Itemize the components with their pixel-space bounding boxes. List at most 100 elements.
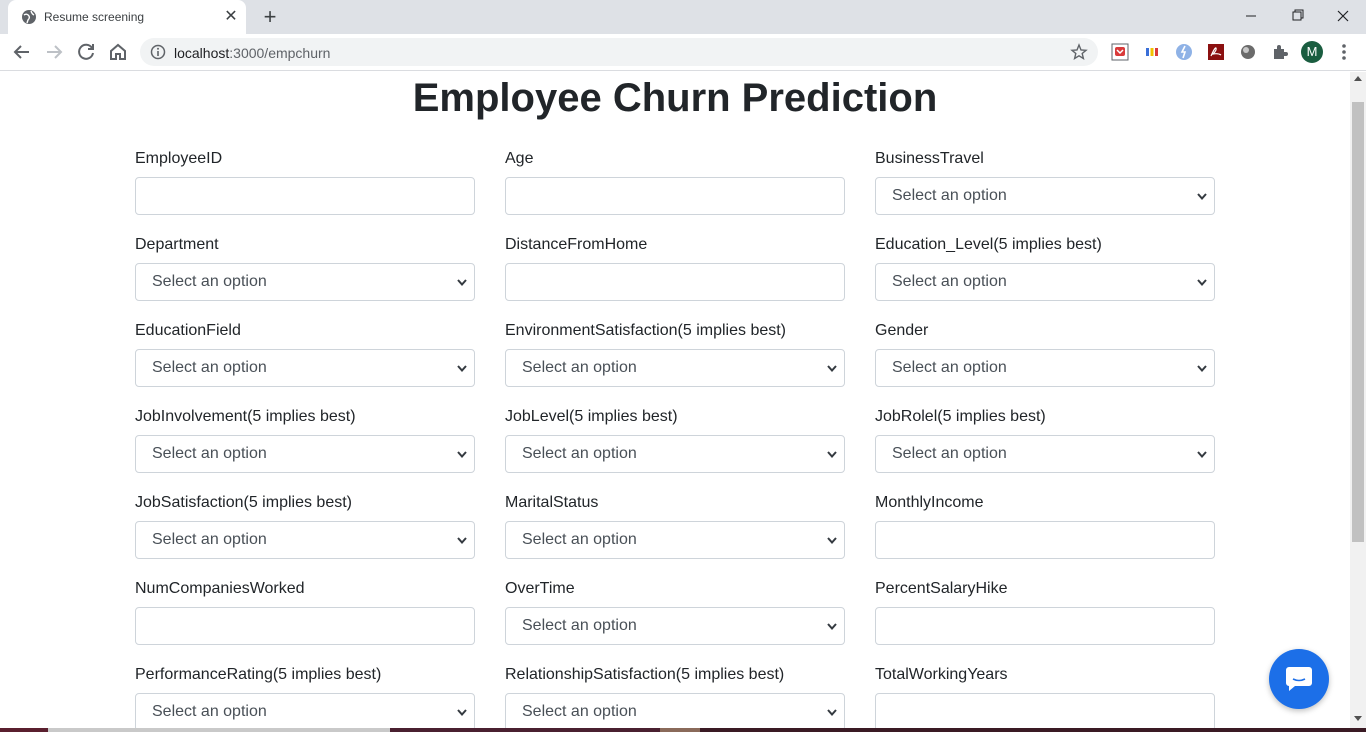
joblevel-5-implies-best-select[interactable]: Select an option [505,435,845,473]
window-close-icon[interactable] [1329,4,1357,28]
star-icon[interactable] [1070,43,1088,61]
minimize-icon[interactable] [1237,4,1265,28]
chevron-down-icon [457,709,467,717]
color-extension-icon[interactable] [1143,43,1161,61]
chevron-down-icon [827,709,837,717]
field-label: PercentSalaryHike [875,580,1008,597]
pdf-extension-icon[interactable] [1207,43,1225,61]
field-label: EducationField [135,322,241,339]
form-field-relationshipsatisfaction-5-implies-best: RelationshipSatisfaction(5 implies best)… [505,664,845,728]
monthlyincome-input[interactable] [875,521,1215,559]
distancefromhome-input[interactable] [505,263,845,301]
field-label: JobInvolvement(5 implies best) [135,408,356,425]
url-text[interactable]: localhost:3000/empchurn [174,45,330,61]
form-field-numcompaniesworked: NumCompaniesWorked [135,578,475,650]
url-host: localhost [174,45,230,61]
more-menu-icon[interactable] [1336,42,1352,62]
educationfield-select[interactable]: Select an option [135,349,475,387]
field-label: OverTime [505,580,575,597]
chevron-down-icon [457,451,467,459]
performancerating-5-implies-best-select[interactable]: Select an option [135,693,475,728]
field-label: PerformanceRating(5 implies best) [135,666,382,683]
select-value: Select an option [522,703,637,720]
field-label: EnvironmentSatisfaction(5 implies best) [505,322,787,339]
select-value: Select an option [522,359,637,376]
scroll-down-arrow[interactable] [1354,716,1362,721]
businesstravel-select[interactable]: Select an option [875,177,1215,215]
maritalstatus-select[interactable]: Select an option [505,521,845,559]
select-value: Select an option [892,187,1007,204]
form-field-jobinvolvement-5-implies-best: JobInvolvement(5 implies best) Select an … [135,406,475,478]
circle-extension-icon[interactable] [1239,43,1257,61]
form-field-employeeid: EmployeeID [135,148,475,220]
pocket-extension-icon[interactable] [1111,43,1129,61]
churn-form: EmployeeID Age BusinessTravel Select an opt… [135,148,1215,728]
chat-button[interactable] [1269,649,1329,709]
field-label: Education_Level(5 implies best) [875,236,1102,253]
reload-icon[interactable] [74,40,98,64]
field-label: EmployeeID [135,150,223,167]
field-label: Gender [875,322,929,339]
field-label: RelationshipSatisfaction(5 implies best) [505,666,785,683]
environmentsatisfaction-5-implies-best-select[interactable]: Select an option [505,349,845,387]
form-field-jobsatisfaction-5-implies-best: JobSatisfaction(5 implies best) Select an… [135,492,475,564]
employeeid-input[interactable] [135,177,475,215]
browser-tab[interactable]: Resume screening ✕ [8,0,246,34]
chevron-down-icon [457,279,467,287]
jobinvolvement-5-implies-best-select[interactable]: Select an option [135,435,475,473]
numcompaniesworked-input[interactable] [135,607,475,645]
back-arrow-icon[interactable] [10,40,34,64]
scrollbar[interactable] [1350,72,1366,728]
chevron-down-icon [827,537,837,545]
chevron-down-icon [1197,365,1207,373]
close-icon[interactable]: ✕ [222,8,240,26]
plus-icon[interactable]: + [258,6,282,30]
totalworkingyears-input[interactable] [875,693,1215,728]
jobrolel-5-implies-best-select[interactable]: Select an option [875,435,1215,473]
puzzle-icon[interactable] [1271,43,1289,61]
chevron-down-icon [827,451,837,459]
education-level-5-implies-best-select[interactable]: Select an option [875,263,1215,301]
form-field-percentsalaryhike: PercentSalaryHike [875,578,1215,650]
form-field-performancerating-5-implies-best: PerformanceRating(5 implies best) Select … [135,664,475,728]
scroll-thumb[interactable] [1352,102,1364,542]
select-value: Select an option [892,445,1007,462]
chevron-down-icon [1197,279,1207,287]
select-value: Select an option [892,359,1007,376]
age-input[interactable] [505,177,845,215]
scroll-up-arrow[interactable] [1354,76,1362,81]
home-icon[interactable] [106,40,130,64]
maximize-icon[interactable] [1283,4,1311,28]
form-field-totalworkingyears: TotalWorkingYears [875,664,1215,728]
taskbar-strip [0,728,1366,732]
chevron-down-icon [457,365,467,373]
select-value: Select an option [892,273,1007,290]
speed-extension-icon[interactable] [1175,43,1193,61]
browser-toolbar: localhost:3000/empchurn M [0,34,1366,71]
chevron-down-icon [827,365,837,373]
chat-icon [1286,667,1312,691]
jobsatisfaction-5-implies-best-select[interactable]: Select an option [135,521,475,559]
form-field-educationfield: EducationField Select an option [135,320,475,392]
avatar[interactable]: M [1301,41,1323,63]
select-value: Select an option [522,445,637,462]
gender-select[interactable]: Select an option [875,349,1215,387]
address-bar[interactable]: localhost:3000/empchurn [140,38,1098,66]
page-title: Employee Churn Prediction [412,76,938,120]
info-icon[interactable] [150,44,166,60]
select-value: Select an option [152,531,267,548]
tab-title: Resume screening [44,10,145,24]
field-label: DistanceFromHome [505,236,648,253]
field-label: JobLevel(5 implies best) [505,408,678,425]
percentsalaryhike-input[interactable] [875,607,1215,645]
form-field-gender: Gender Select an option [875,320,1215,392]
relationshipsatisfaction-5-implies-best-select[interactable]: Select an option [505,693,845,728]
form-field-age: Age [505,148,845,220]
field-label: TotalWorkingYears [875,666,1008,683]
forward-arrow-icon[interactable] [42,40,66,64]
form-field-education-level-5-implies-best: Education_Level(5 implies best) Select an… [875,234,1215,306]
overtime-select[interactable]: Select an option [505,607,845,645]
form-field-distancefromhome: DistanceFromHome [505,234,845,306]
chevron-down-icon [1197,193,1207,201]
department-select[interactable]: Select an option [135,263,475,301]
